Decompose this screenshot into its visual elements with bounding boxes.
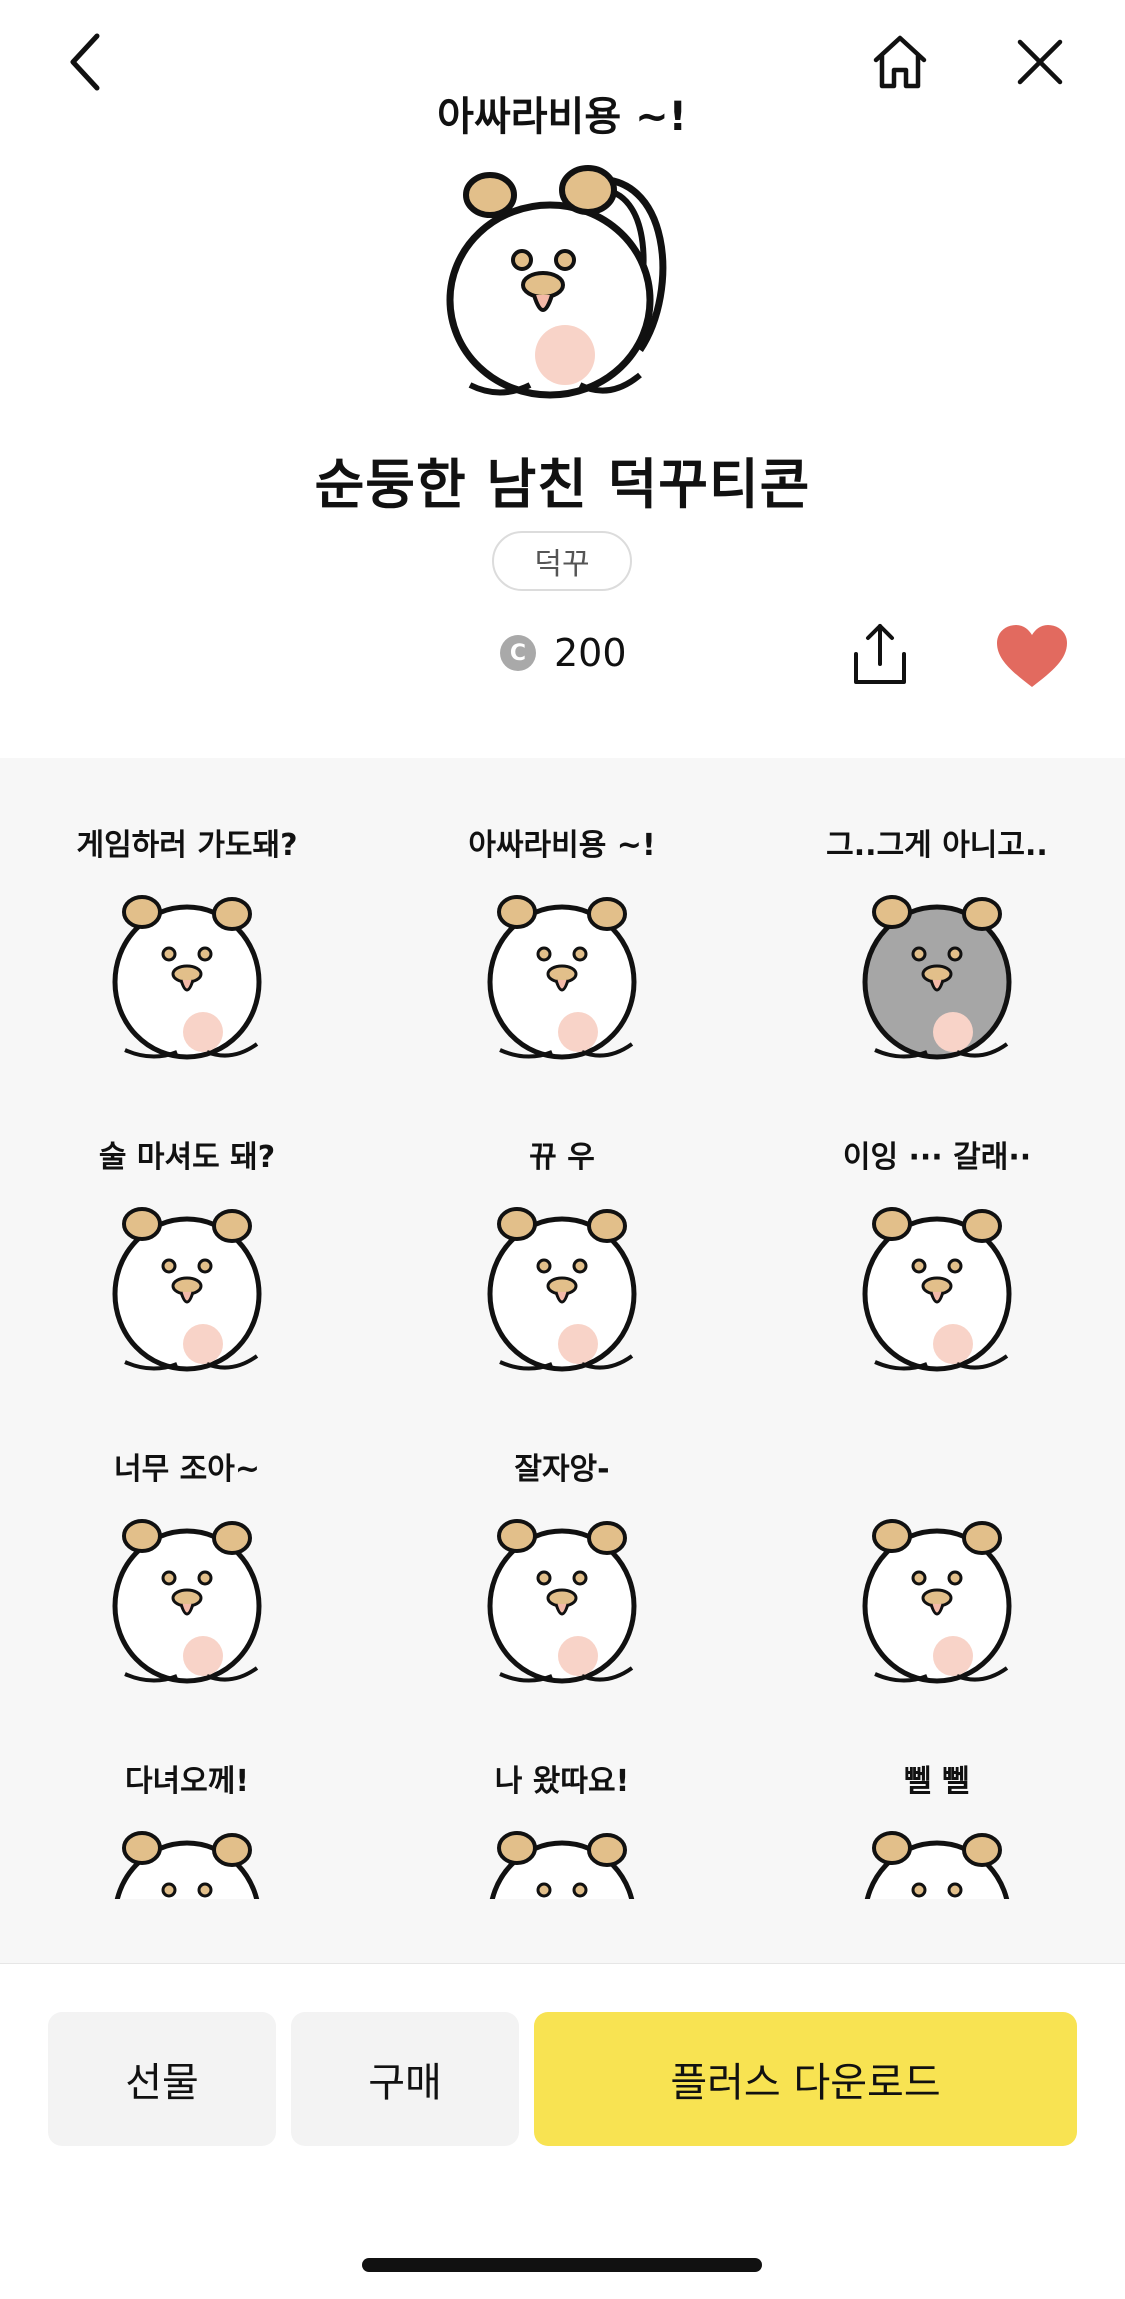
emoticon-title: 순둥한 남친 덕꾸티콘 xyxy=(314,453,811,516)
share-icon xyxy=(854,624,906,684)
sticker-caption: 나 왔따요! xyxy=(495,1764,630,1799)
sticker-cell[interactable]: 그..그게 아니고.. xyxy=(750,790,1125,1100)
sticker-caption: 잘자앙- xyxy=(514,1452,609,1487)
hero-sticker: 아싸라비용 ~! xyxy=(0,90,1125,420)
gift-button[interactable]: 선물 xyxy=(48,2012,276,2146)
sticker-caption: 뀨 우 xyxy=(529,1140,595,1175)
home-icon xyxy=(873,35,927,89)
sticker-cell[interactable]: 이잉 ··· 갈래·· xyxy=(750,1102,1125,1412)
close-icon xyxy=(1017,39,1063,85)
sticker-caption: 술 마셔도 돼? xyxy=(99,1140,275,1175)
sticker-caption: 아싸라비용 ~! xyxy=(468,828,655,863)
sticker-image: 나 왔따요! xyxy=(489,1764,635,1899)
home-indicator xyxy=(362,2258,762,2272)
sticker-cell[interactable]: 뀨 우 xyxy=(375,1102,750,1412)
heart-icon xyxy=(997,625,1067,687)
price-row: C 200 xyxy=(500,628,627,678)
sticker-image: 다녀오께! xyxy=(114,1764,260,1899)
bottom-action-bar: 선물 구매 플러스 다운로드 xyxy=(0,1963,1125,2299)
plus-download-button[interactable]: 플러스 다운로드 xyxy=(534,2012,1077,2146)
sticker-cell[interactable]: 다녀오께! xyxy=(0,1726,375,1899)
sticker-image: 아싸라비용 ~! xyxy=(468,828,656,1060)
like-button[interactable] xyxy=(992,620,1072,692)
share-button[interactable] xyxy=(845,618,915,690)
price-value: 200 xyxy=(554,631,627,675)
sticker-image: 뻴 뻴 xyxy=(864,1764,1010,1899)
sticker-caption: 너무 조아~ xyxy=(114,1452,260,1487)
sticker-cell[interactable]: 너무 조아~ xyxy=(0,1414,375,1724)
sticker-caption: 뻴 뻴 xyxy=(904,1764,970,1799)
coin-icon: C xyxy=(500,635,536,671)
sticker-caption: 게임하러 가도돼? xyxy=(76,828,297,863)
buy-button[interactable]: 구매 xyxy=(291,2012,519,2146)
sticker-image: 술 마셔도 돼? xyxy=(99,1140,275,1372)
sticker-image: 그..그게 아니고.. xyxy=(826,828,1048,1060)
hero-caption: 아싸라비용 ~! xyxy=(437,94,687,140)
sticker-cell[interactable]: 잘자앙- xyxy=(375,1414,750,1724)
sticker-cell[interactable]: 뻴 뻴 xyxy=(750,1726,1125,1899)
sticker-cell[interactable]: 술 마셔도 돼? xyxy=(0,1102,375,1412)
sticker-image: 너무 조아~ xyxy=(112,1452,262,1684)
chevron-left-icon xyxy=(70,33,100,91)
sticker-image: 게임하러 가도돼? xyxy=(76,828,298,1060)
hero-sticker-image: 아싸라비용 ~! xyxy=(437,94,687,399)
sticker-cell[interactable] xyxy=(750,1414,1125,1724)
sticker-image xyxy=(862,1519,1012,1684)
sticker-image: 이잉 ··· 갈래·· xyxy=(843,1140,1031,1372)
sticker-cell[interactable]: 게임하러 가도돼? xyxy=(0,790,375,1100)
sticker-image: 잘자앙- xyxy=(487,1452,637,1684)
sticker-caption: 그..그게 아니고.. xyxy=(826,828,1048,863)
sticker-cell[interactable]: 아싸라비용 ~! xyxy=(375,790,750,1100)
sticker-cell[interactable]: 나 왔따요! xyxy=(375,1726,750,1899)
sticker-image: 뀨 우 xyxy=(487,1140,637,1372)
author-chip[interactable]: 덕꾸 xyxy=(492,531,632,591)
sticker-caption: 다녀오께! xyxy=(125,1764,249,1799)
sticker-caption: 이잉 ··· 갈래·· xyxy=(843,1140,1031,1175)
